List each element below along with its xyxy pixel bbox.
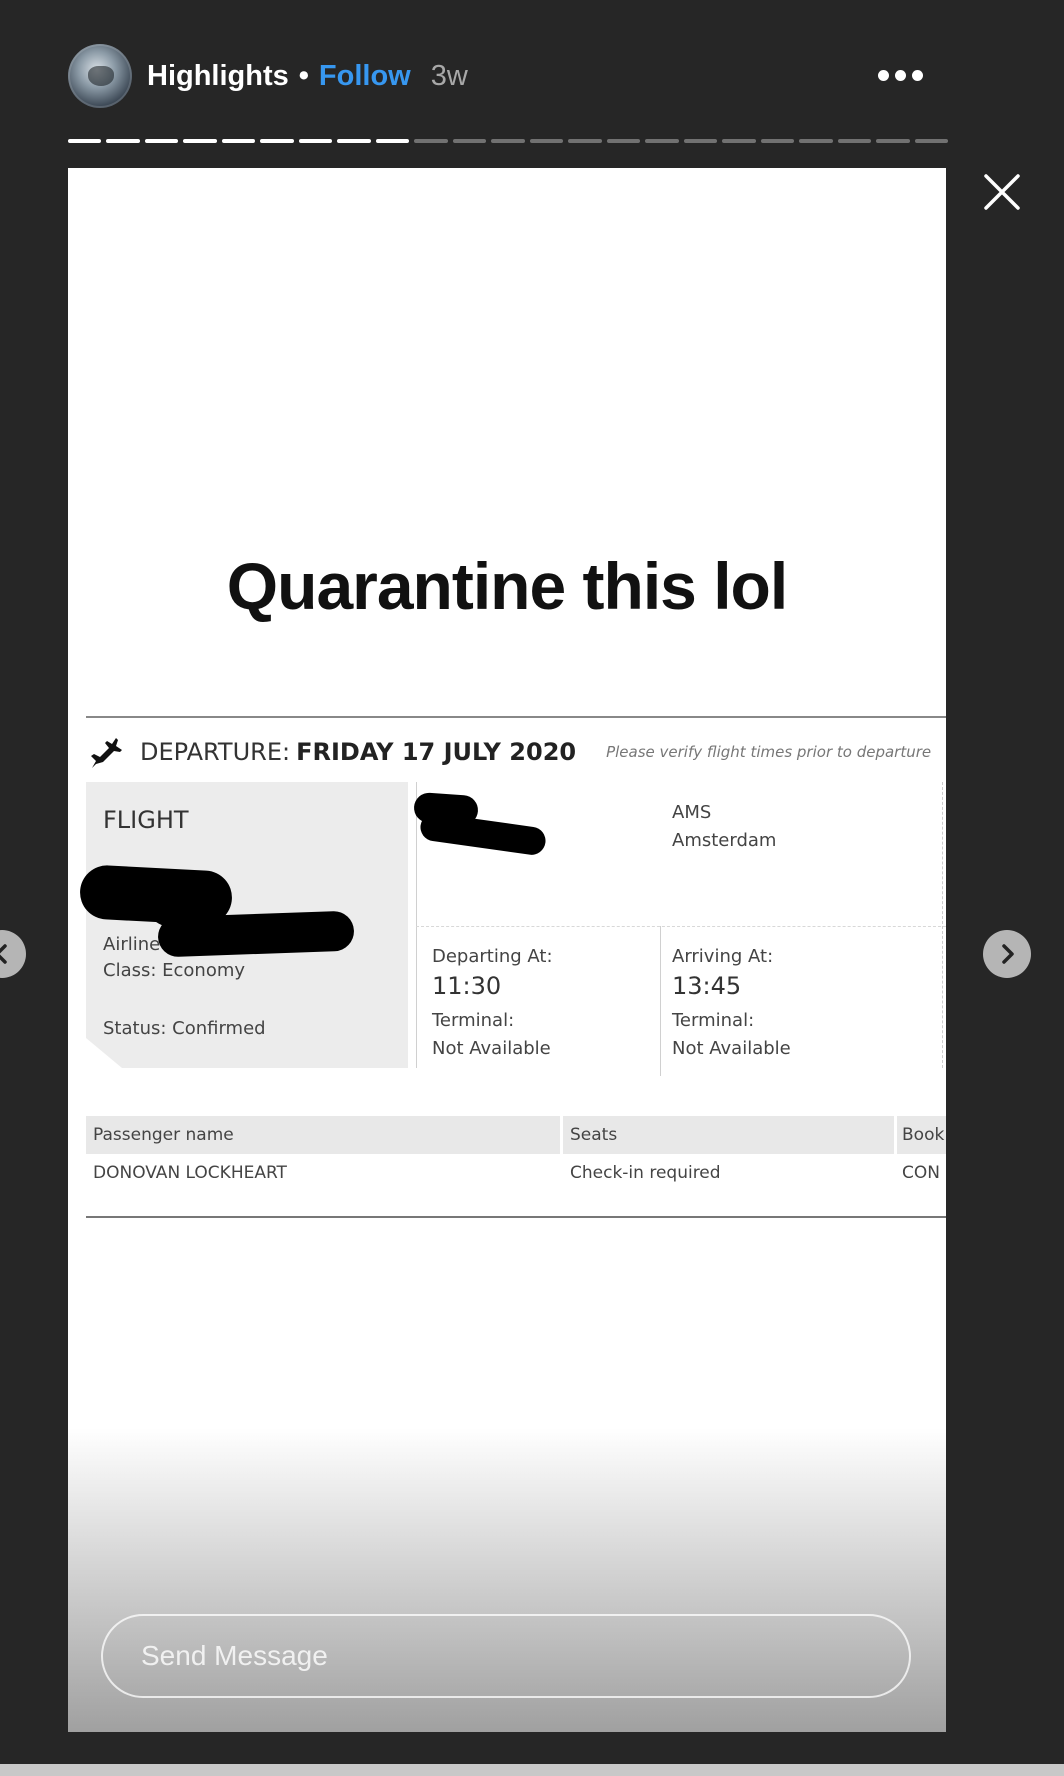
progress-segment (645, 139, 679, 143)
progress-segment (68, 139, 102, 143)
avatar[interactable] (68, 44, 132, 108)
departure-row: DEPARTURE: FRIDAY 17 JULY 2020 Please ve… (86, 726, 931, 778)
flight-times-area: AMS Amsterdam Departing At: 11:30 Termin… (413, 782, 946, 1082)
progress-segment (144, 139, 179, 143)
seats-cell: Check-in required (570, 1163, 721, 1183)
airline-label: Airline (103, 934, 161, 955)
arriving-terminal-value: Not Available (672, 1038, 791, 1059)
table-row: DONOVAN LOCKHEART Check-in required CON (86, 1154, 946, 1192)
progress-segment (375, 139, 410, 143)
progress-segment (491, 139, 525, 143)
progress-segment (683, 139, 718, 143)
departing-terminal-label: Terminal: (432, 1010, 515, 1031)
ticket-bottom-rule (86, 1216, 946, 1218)
story-header: Highlights • Follow 3w (0, 0, 1064, 140)
more-dot (912, 69, 923, 81)
departure-label: DEPARTURE: (140, 738, 291, 766)
progress-segment (876, 139, 910, 143)
status-label: Status: Confirmed (103, 1018, 266, 1039)
departing-terminal-value: Not Available (432, 1038, 551, 1059)
booking-header: Book (902, 1125, 945, 1145)
bottom-strip (0, 1764, 1064, 1776)
table-col-sep (560, 1116, 563, 1154)
send-message-input[interactable] (101, 1614, 911, 1698)
more-dot (878, 69, 889, 81)
passenger-name-header: Passenger name (93, 1125, 234, 1145)
username[interactable]: Highlights (147, 60, 289, 93)
box-fold (86, 1038, 122, 1068)
progress-segment (298, 139, 333, 143)
seats-header: Seats (570, 1125, 618, 1145)
follow-button[interactable]: Follow (319, 60, 411, 93)
next-story-button[interactable] (983, 930, 1031, 978)
arrival-city: Amsterdam (672, 830, 777, 851)
story-age: 3w (430, 59, 468, 92)
flight-info-box: FLIGHT Airline Class: Economy Status: Co… (78, 782, 408, 1068)
column-divider (660, 926, 661, 1076)
progress-segment (722, 139, 756, 143)
arriving-label: Arriving At: (672, 946, 774, 967)
progress-segment (260, 139, 294, 143)
progress-segment (914, 139, 949, 143)
departing-time: 11:30 (432, 972, 502, 1000)
progress-segment (606, 139, 641, 143)
story-title-row: Highlights • Follow 3w (147, 56, 468, 96)
arriving-time: 13:45 (672, 972, 742, 1000)
progress-segment (337, 139, 371, 143)
departing-label: Departing At: (432, 946, 553, 967)
flight-label: FLIGHT (103, 806, 189, 834)
progress-segment (529, 139, 564, 143)
progress-segment (837, 139, 872, 143)
progress-segment (799, 139, 833, 143)
arrival-airport-code: AMS (672, 802, 712, 823)
chevron-left-icon (0, 944, 7, 964)
more-horizontal-icon[interactable] (878, 62, 934, 88)
story-progress-bar (68, 139, 949, 143)
class-label: Class: Economy (103, 960, 246, 981)
booking-cell: CON (902, 1163, 940, 1183)
story-content[interactable]: Quarantine this lol DEPARTURE: FRIDAY 17… (68, 168, 946, 1732)
verify-note: Please verify flight times prior to depa… (606, 743, 932, 761)
progress-segment (568, 139, 602, 143)
separator-dot: • (298, 59, 309, 92)
redaction-scribble (418, 811, 548, 857)
row-divider (416, 926, 946, 928)
ticket-top-rule (86, 716, 946, 718)
flight-ticket-image: DEPARTURE: FRIDAY 17 JULY 2020 Please ve… (78, 716, 946, 1221)
column-divider (942, 782, 944, 1068)
passenger-name-cell: DONOVAN LOCKHEART (93, 1163, 287, 1183)
table-col-sep (894, 1116, 897, 1154)
departure-date: FRIDAY 17 JULY 2020 (296, 738, 577, 766)
story-caption: Quarantine this lol (226, 549, 788, 623)
prev-story-button[interactable] (0, 930, 26, 978)
progress-segment (452, 139, 487, 143)
chevron-right-icon (1002, 944, 1014, 964)
progress-segment (106, 139, 140, 143)
airplane-icon (91, 738, 122, 768)
progress-segment (183, 139, 217, 143)
progress-segment (221, 139, 256, 143)
close-icon[interactable] (982, 172, 1022, 212)
progress-segment (414, 139, 448, 143)
more-dot (895, 69, 906, 81)
arriving-terminal-label: Terminal: (672, 1010, 755, 1031)
progress-segment (760, 139, 795, 143)
passenger-table-header: Passenger name Seats Book (86, 1116, 946, 1154)
column-divider (416, 782, 417, 1068)
